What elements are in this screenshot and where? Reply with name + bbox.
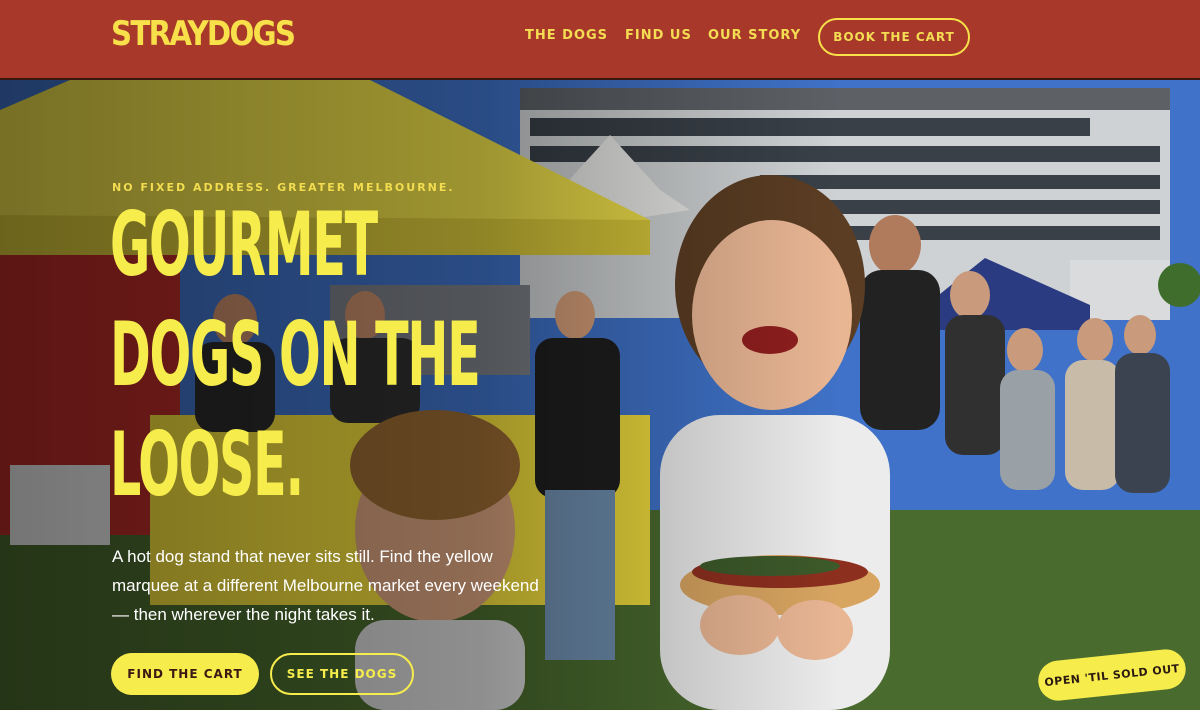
- hero-headline: GOURMET DOGS ON THE LOOSE.: [110, 190, 494, 520]
- find-the-cart-button[interactable]: FIND THE CART: [111, 653, 259, 695]
- nav-link-the-dogs[interactable]: THE DOGS: [525, 28, 608, 43]
- hero-intro: A hot dog stand that never sits still. F…: [112, 547, 539, 624]
- headline-line-2: DOGS ON THE: [110, 303, 481, 406]
- headline-line-3: LOOSE.: [110, 413, 304, 516]
- book-the-cart-button[interactable]: BOOK THE CART: [818, 18, 970, 56]
- nav-link-find-us[interactable]: FIND US: [625, 28, 692, 43]
- nav-link-our-story[interactable]: OUR STORY: [708, 28, 801, 43]
- see-the-dogs-button[interactable]: SEE THE DOGS: [270, 653, 414, 695]
- site-header: STRAYDOGS THE DOGS FIND US OUR STORY BOO…: [0, 0, 1200, 78]
- headline-line-1: GOURMET: [110, 193, 378, 296]
- brand-logo[interactable]: STRAYDOGS: [111, 12, 296, 56]
